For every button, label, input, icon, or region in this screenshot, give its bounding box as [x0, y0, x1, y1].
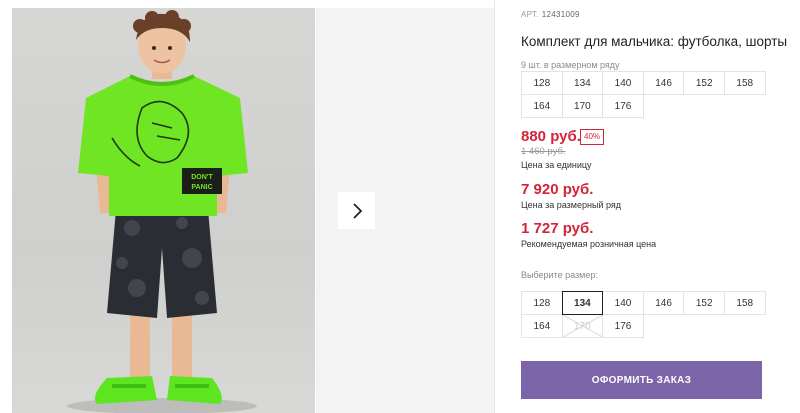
unavailable-cross-icon: [562, 315, 603, 337]
choose-size-label: Выберите размер:: [521, 270, 598, 280]
size-option-176[interactable]: 176: [602, 314, 644, 338]
article-number: АРТ. 12431009: [521, 10, 580, 19]
size-option-158[interactable]: 158: [723, 291, 766, 315]
size-row-price: 7 920 руб.: [521, 181, 594, 198]
recommended-retail-price: 1 727 руб.: [521, 220, 594, 237]
size-option-152[interactable]: 152: [683, 291, 725, 315]
size-option-140[interactable]: 140: [602, 291, 644, 315]
place-order-button[interactable]: ОФОРМИТЬ ЗАКАЗ: [521, 361, 762, 399]
size-row-price-label: Цена за размерный ряд: [521, 200, 622, 210]
svg-text:PANIC: PANIC: [191, 184, 212, 191]
size-row-cell: 158: [723, 71, 766, 95]
gallery-next-button[interactable]: [338, 192, 375, 229]
article-value: 12431009: [541, 10, 580, 19]
size-row-cell: 176: [602, 94, 644, 118]
unit-price: 880 руб.: [521, 128, 581, 145]
size-row-cell: 152: [683, 71, 725, 95]
size-row-cell: 170: [561, 94, 604, 118]
size-row-cell: 140: [602, 71, 644, 95]
size-row-cell: 146: [642, 71, 685, 95]
boy-illustration: DON'T PANIC: [67, 10, 257, 413]
old-price: 1 460 руб.: [521, 146, 566, 157]
svg-text:DON'T: DON'T: [191, 174, 213, 181]
size-option-146[interactable]: 146: [642, 291, 685, 315]
recommended-retail-price-label: Рекомендуемая розничная цена: [521, 239, 657, 249]
discount-badge: 40%: [580, 129, 605, 145]
size-row-quantity-note: 9 шт. в размерном ряду: [521, 60, 620, 70]
size-selector: 128 134 140 146 152 158 164 170 176: [521, 291, 766, 338]
size-option-170: 170: [561, 314, 604, 338]
size-row-cell: 164: [521, 94, 563, 118]
product-photo[interactable]: DON'T PANIC: [12, 8, 315, 413]
unit-price-label: Цена за единицу: [521, 160, 592, 170]
gallery-divider: [494, 0, 495, 413]
size-option-128[interactable]: 128: [521, 291, 563, 315]
size-option-134[interactable]: 134: [561, 291, 604, 315]
article-label: АРТ.: [521, 10, 539, 19]
size-row-cell: 128: [521, 71, 563, 95]
size-row-cell: 134: [561, 71, 604, 95]
size-row-grid: 128 134 140 146 152 158 164 170 176: [521, 71, 766, 118]
chevron-right-icon: [352, 202, 362, 219]
product-title: Комплект для мальчика: футболка, шорты: [521, 34, 788, 49]
product-gallery: DON'T PANIC: [0, 0, 495, 413]
size-option-164[interactable]: 164: [521, 314, 563, 338]
